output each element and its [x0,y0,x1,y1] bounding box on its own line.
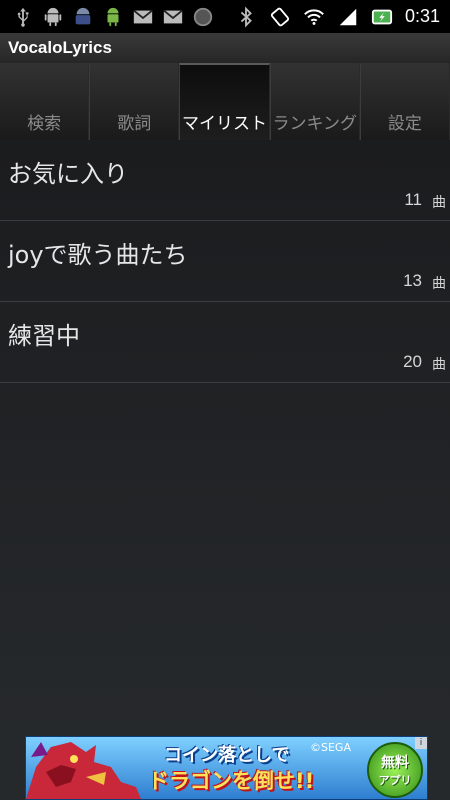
mylist-name: joyで歌う曲たち [8,241,188,269]
tab-search[interactable]: 検索 [0,63,90,140]
usb-icon [12,6,34,28]
tab-lyrics[interactable]: 歌詞 [89,63,180,140]
android-green-icon [102,6,124,28]
ad-headline: コイン落としで [164,745,290,766]
ad-copyright: ©SEGA [310,741,351,754]
wifi-icon [303,6,325,28]
battery-charging-icon [371,6,393,28]
mylist-list: お気に入り 11 曲 joyで歌う曲たち 13 曲 練習中 20 曲 [0,140,450,730]
song-unit: 曲 [432,276,446,292]
song-count: 20 [403,352,422,371]
signal-icon [337,6,359,28]
tab-bar: 検索 歌詞 マイリスト ランキング 設定 [0,63,450,142]
gmail-icon [162,6,184,28]
ad-banner[interactable]: コイン落としで ©SEGA ドラゴンを倒せ!! 無料 アプリ i [25,736,428,800]
notification-95-icon [72,6,94,28]
mylist-name: 練習中 [8,322,80,350]
ad-free-app-badge: 無料 アプリ [367,742,423,798]
song-unit: 曲 [432,195,446,211]
badge-top: 無料 [381,755,409,771]
clock: 0:31 [404,6,440,26]
song-unit: 曲 [432,357,446,373]
gmail-icon [132,6,154,28]
tab-label: 歌詞 [117,114,152,134]
android-icon [42,6,64,28]
tab-label: マイリスト [182,114,267,134]
tab-label: 検索 [27,114,62,134]
badge-bottom: アプリ [378,774,412,787]
app-title: VocaloLyrics [8,38,112,57]
song-count: 11 [404,190,422,209]
rotate-icon [269,6,291,28]
circle-icon [192,6,214,28]
bluetooth-icon [235,6,257,28]
title-bar: VocaloLyrics [0,33,450,64]
dragon-icon [26,742,141,799]
list-item[interactable]: 練習中 20 曲 [0,302,450,383]
song-count: 13 [403,271,422,290]
mylist-name: お気に入り [8,160,128,188]
ad-tagline: ドラゴンを倒せ!! [148,769,315,793]
tab-label: 設定 [387,114,422,134]
tab-mylist[interactable]: マイリスト [179,63,270,140]
tab-settings[interactable]: 設定 [359,63,450,140]
ad-area: コイン落としで ©SEGA ドラゴンを倒せ!! 無料 アプリ i [0,730,450,800]
tab-ranking[interactable]: ランキング [269,63,360,140]
tab-label: ランキング [272,114,357,134]
list-item[interactable]: お気に入り 11 曲 [0,140,450,221]
ad-info-icon[interactable]: i [415,737,427,749]
list-item[interactable]: joyで歌う曲たち 13 曲 [0,221,450,302]
status-bar: 0:31 [0,0,450,33]
